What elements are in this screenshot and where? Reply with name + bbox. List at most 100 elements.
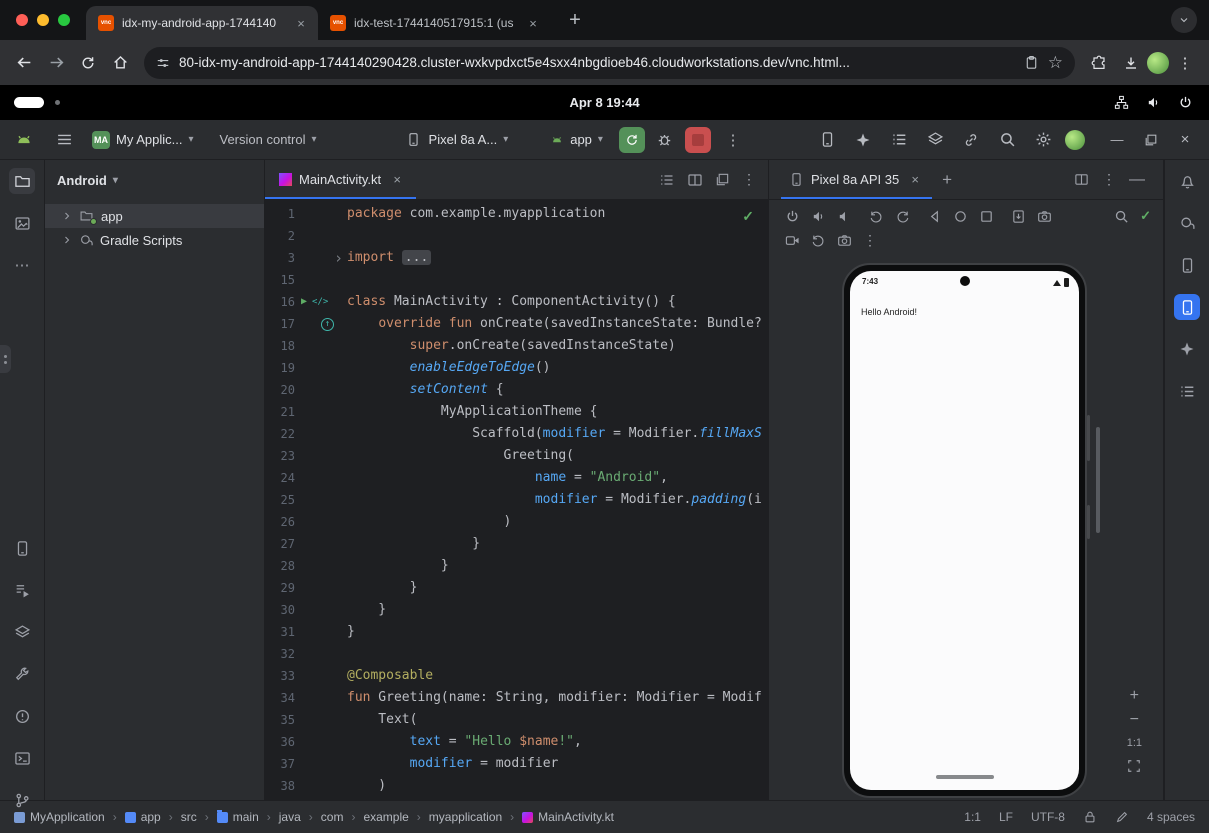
vcs-widget[interactable]: Version control ▾ — [220, 132, 317, 147]
run-gutter-icon[interactable]: ▶ — [301, 291, 307, 313]
panel-options-icon[interactable]: ⋮ — [1102, 171, 1116, 188]
rotate-right-icon[interactable] — [895, 209, 910, 224]
structure-tool-icon[interactable] — [1174, 378, 1200, 404]
android-home-icon[interactable] — [953, 209, 968, 224]
main-menu-icon[interactable] — [50, 126, 78, 154]
code-text[interactable]: enableEdgeToEdge() — [347, 357, 768, 379]
code-line[interactable]: 1package com.example.myapplication — [265, 203, 768, 225]
code-text[interactable]: } — [347, 577, 768, 599]
home-button[interactable] — [104, 47, 136, 79]
indent-setting[interactable]: 4 spaces — [1147, 810, 1195, 824]
code-line[interactable]: 36 text = "Hello $name!", — [265, 731, 768, 753]
file-encoding[interactable]: UTF-8 — [1031, 810, 1065, 824]
code-line[interactable]: 29 } — [265, 577, 768, 599]
gradle-tool-icon[interactable] — [1174, 210, 1200, 236]
split-editor-icon[interactable] — [687, 172, 703, 188]
network-icon[interactable] — [1114, 95, 1129, 110]
downloads-icon[interactable] — [1115, 47, 1147, 79]
device-tab-close-icon[interactable]: × — [906, 171, 924, 189]
gemini-icon[interactable] — [1174, 336, 1200, 362]
forward-button[interactable] — [40, 47, 72, 79]
emulator-screen[interactable]: 7:43 Hello Android! — [850, 271, 1079, 790]
tab-close-icon[interactable]: × — [292, 14, 310, 32]
gutter[interactable] — [295, 665, 347, 687]
code-line[interactable]: 30 } — [265, 599, 768, 621]
breadcrumb-item[interactable]: app — [125, 810, 161, 824]
code-text[interactable]: Greeting( — [347, 445, 768, 467]
caret-position[interactable]: 1:1 — [964, 810, 981, 824]
gutter[interactable] — [295, 269, 347, 291]
code-text[interactable]: Text( — [347, 709, 768, 731]
tab-search-button[interactable] — [1171, 7, 1197, 33]
browser-tab-inactive[interactable]: vnc idx-test-1744140517915:1 (us × — [318, 6, 550, 40]
run-button[interactable] — [619, 127, 645, 153]
snapshot-restore-icon[interactable] — [811, 233, 826, 248]
breadcrumb-item[interactable]: example — [363, 810, 408, 824]
code-line[interactable]: 20 setContent { — [265, 379, 768, 401]
code-line[interactable]: 15 — [265, 269, 768, 291]
gutter[interactable] — [295, 643, 347, 665]
device-explorer-icon[interactable] — [9, 535, 35, 561]
zoom-in-button[interactable]: + — [1130, 689, 1139, 703]
clipboard-icon[interactable] — [1024, 55, 1039, 70]
fit-to-window-icon[interactable] — [1127, 759, 1141, 773]
gutter[interactable]: ↑ — [295, 313, 347, 335]
hide-panel-icon[interactable]: — — [1129, 171, 1145, 189]
code-line[interactable]: 25 modifier = Modifier.padding(i — [265, 489, 768, 511]
build-variants-icon[interactable] — [9, 619, 35, 645]
url-text[interactable]: 80-idx-my-android-app-1744140290428.clus… — [179, 55, 1015, 70]
code-line[interactable]: 38 ) — [265, 775, 768, 797]
build-tool-icon[interactable] — [9, 661, 35, 687]
code-text[interactable] — [347, 225, 768, 247]
zoom-reset-button[interactable]: 1:1 — [1127, 737, 1142, 749]
debug-button[interactable] — [651, 126, 679, 154]
code-text[interactable] — [347, 269, 768, 291]
code-text[interactable]: } — [347, 533, 768, 555]
navigation-handle[interactable] — [936, 775, 994, 779]
run-config-selector[interactable]: app ▾ — [550, 132, 603, 147]
code-line[interactable]: 16▶</>class MainActivity : ComponentActi… — [265, 291, 768, 313]
editor-options-icon[interactable]: ⋮ — [742, 171, 756, 188]
panel-scrollbar[interactable] — [1096, 427, 1100, 533]
gutter[interactable] — [295, 489, 347, 511]
notifications-icon[interactable] — [1174, 168, 1200, 194]
code-text[interactable]: text = "Hello $name!", — [347, 731, 768, 753]
code-line[interactable]: 18 super.onCreate(savedInstanceState) — [265, 335, 768, 357]
stop-button[interactable] — [685, 127, 711, 153]
add-device-button[interactable]: + — [942, 170, 952, 190]
fold-arrow-icon[interactable]: › — [334, 247, 343, 269]
code-text[interactable]: class MainActivity : ComponentActivity()… — [347, 291, 768, 313]
reload-button[interactable] — [72, 47, 104, 79]
screenshot-icon[interactable] — [1011, 209, 1026, 224]
line-separator[interactable]: LF — [999, 810, 1013, 824]
gutter[interactable] — [295, 225, 347, 247]
ide-restore-icon[interactable] — [1137, 126, 1165, 154]
code-line[interactable]: 32 — [265, 643, 768, 665]
address-bar[interactable]: 80-idx-my-android-app-1744140290428.clus… — [144, 47, 1075, 79]
code-text[interactable]: MyApplicationTheme { — [347, 401, 768, 423]
code-line[interactable]: 34fun Greeting(name: String, modifier: M… — [265, 687, 768, 709]
vnc-activities-pill[interactable] — [14, 97, 44, 108]
emulator-power-icon[interactable] — [785, 209, 800, 224]
gutter[interactable] — [295, 401, 347, 423]
tool-window-drag-handle[interactable] — [0, 345, 11, 373]
browser-tab-active[interactable]: vnc idx-my-android-app-1744140 × — [86, 6, 318, 40]
android-overview-icon[interactable] — [979, 209, 994, 224]
gutter[interactable] — [295, 709, 347, 731]
code-text[interactable]: super.onCreate(savedInstanceState) — [347, 335, 768, 357]
code-line[interactable]: 33@Composable — [265, 665, 768, 687]
gutter[interactable] — [295, 599, 347, 621]
lock-icon[interactable] — [1083, 810, 1097, 824]
tab-close-icon[interactable]: × — [524, 14, 542, 32]
breadcrumb-item[interactable]: java — [279, 810, 301, 824]
zoom-mode-icon[interactable] — [1114, 209, 1129, 224]
code-line[interactable]: 17↑ override fun onCreate(savedInstanceS… — [265, 313, 768, 335]
new-tab-button[interactable]: + — [562, 7, 588, 33]
code-text[interactable]: modifier = modifier — [347, 753, 768, 775]
zoom-out-button[interactable]: − — [1130, 713, 1139, 727]
panel-layout-icon[interactable] — [1074, 172, 1089, 187]
logcat-icon[interactable] — [885, 126, 913, 154]
gutter[interactable] — [295, 203, 347, 225]
compose-preview-icon[interactable]: </> — [312, 291, 328, 313]
volume-up-icon[interactable] — [811, 209, 826, 224]
